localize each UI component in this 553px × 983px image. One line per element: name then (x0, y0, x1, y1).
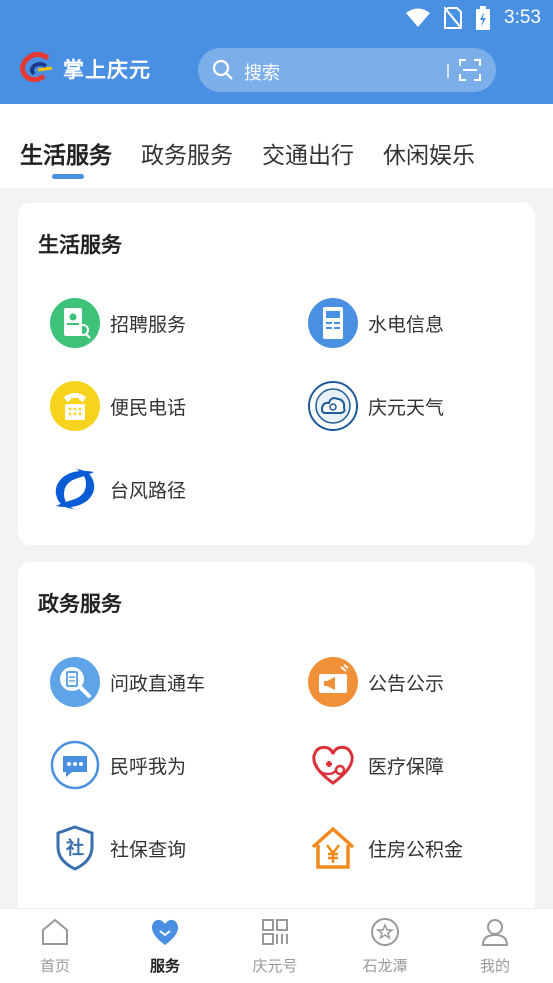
announcement-icon (308, 657, 358, 707)
nav-label: 我的 (479, 957, 510, 975)
nav-item-service[interactable]: 服务 (110, 909, 220, 983)
app-bar: 掌上庆元 搜索 (0, 44, 553, 96)
social-security-icon: 社 (56, 825, 94, 871)
utility-icon (308, 298, 358, 348)
nav-label: 庆元号 (252, 957, 298, 975)
service-item-label: 庆元天气 (368, 397, 445, 419)
service-item-label: 公告公示 (368, 673, 445, 695)
service-item-label: 水电信息 (368, 314, 445, 336)
category-tabs: 生活服务 政务服务 交通出行 休闲娱乐 (0, 104, 553, 188)
government-services-card: 政务服务 问政直通车 公告公示 民呼我为 医疗保障 社 社保查询 住房公积金 (18, 562, 535, 922)
service-item-medical[interactable]: 医疗保障 (308, 737, 528, 793)
app-logo-icon (20, 52, 53, 83)
no-sim-icon (444, 7, 463, 29)
status-time: 3:53 (504, 7, 541, 28)
service-item-weather[interactable]: 庆元天气 (308, 378, 528, 434)
service-item-label: 社保查询 (110, 839, 187, 861)
service-item-label: 便民电话 (110, 397, 187, 419)
medical-icon (312, 745, 354, 785)
tab-transportation[interactable]: 交通出行 (262, 136, 354, 170)
wifi-icon (406, 8, 431, 27)
inquiry-icon (50, 657, 100, 707)
service-item-utility[interactable]: 水电信息 (308, 295, 528, 351)
life-services-card: 生活服务 招聘服务 水电信息 便民电话 庆元天气 台风路径 (18, 203, 535, 545)
battery-icon (476, 6, 491, 30)
nav-item-profile[interactable]: 我的 (440, 909, 550, 983)
svg-text:社: 社 (66, 837, 84, 859)
search-input[interactable]: 搜索 (244, 59, 280, 85)
home-icon (42, 918, 68, 945)
nav-label: 服务 (149, 957, 180, 975)
service-item-label: 民呼我为 (110, 756, 187, 778)
service-item-typhoon[interactable]: 台风路径 (50, 461, 270, 517)
grid-icon (262, 919, 288, 945)
nav-item-home[interactable]: 首页 (0, 909, 110, 983)
service-item-inquiry[interactable]: 问政直通车 (50, 654, 270, 710)
status-bar: 3:53 (0, 0, 553, 38)
service-item-recruit[interactable]: 招聘服务 (50, 295, 270, 351)
tab-leisure[interactable]: 休闲娱乐 (383, 136, 475, 170)
nav-item-shilongtan[interactable]: 石龙潭 (330, 909, 440, 983)
profile-icon (481, 919, 509, 946)
service-item-label: 问政直通车 (110, 673, 206, 695)
nav-label: 石龙潭 (362, 957, 408, 975)
service-item-chat[interactable]: 民呼我为 (50, 737, 270, 793)
service-item-housing-fund[interactable]: 住房公积金 (308, 820, 528, 876)
typhoon-icon (55, 469, 95, 509)
service-item-social-security[interactable]: 社 社保查询 (50, 820, 270, 876)
nav-label: 首页 (39, 957, 70, 975)
header: 3:53 掌上庆元 搜索 (0, 0, 553, 104)
service-item-announcement[interactable]: 公告公示 (308, 654, 528, 710)
search-divider (447, 64, 449, 78)
service-item-label: 招聘服务 (110, 314, 187, 336)
chat-icon (50, 740, 100, 790)
service-heart-icon (151, 919, 179, 945)
search-icon (212, 59, 233, 80)
service-item-label: 住房公积金 (368, 839, 464, 861)
scan-icon[interactable] (458, 58, 482, 82)
service-item-label: 台风路径 (110, 480, 187, 502)
nav-item-qingyuan-account[interactable]: 庆元号 (220, 909, 330, 983)
service-item-phone[interactable]: 便民电话 (50, 378, 270, 434)
search-bar[interactable]: 搜索 (198, 48, 496, 92)
bottom-navigation: 首页 服务 庆元号 石龙潭 我的 (0, 908, 553, 983)
service-item-label: 医疗保障 (368, 756, 445, 778)
star-circle-icon (371, 918, 399, 946)
tab-life-services[interactable]: 生活服务 (20, 136, 112, 170)
section-title: 生活服务 (38, 233, 122, 257)
recruit-icon (50, 298, 100, 348)
section-title: 政务服务 (38, 592, 122, 616)
tab-government-services[interactable]: 政务服务 (141, 136, 233, 170)
phone-icon (50, 381, 100, 431)
app-title: 掌上庆元 (63, 58, 151, 82)
weather-icon (308, 381, 358, 431)
housing-fund-icon (311, 827, 355, 869)
tab-indicator (52, 174, 84, 179)
